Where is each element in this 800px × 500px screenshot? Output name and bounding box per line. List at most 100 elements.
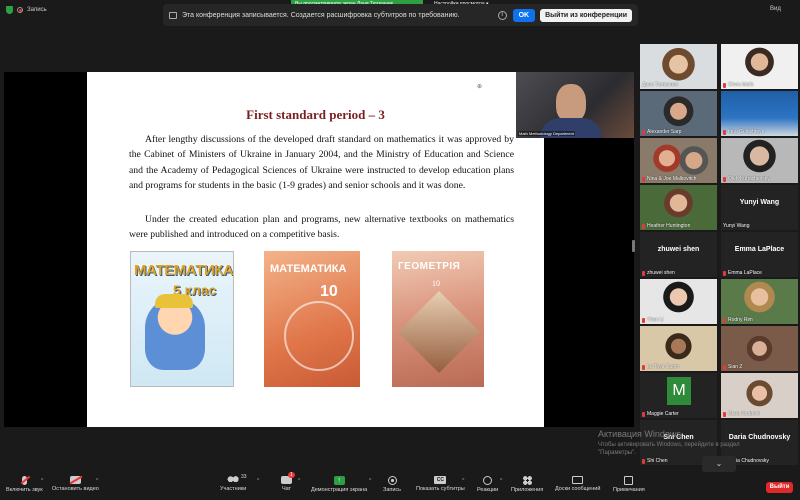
leave-meeting-button[interactable]: Выйти из конференции	[540, 8, 632, 22]
mic-muted-icon	[642, 270, 645, 276]
recording-banner: Эта конференция записывается. Создается …	[163, 4, 638, 26]
reactions-icon	[483, 476, 493, 485]
subtitles-button[interactable]: CC Показать субтитры	[416, 476, 465, 492]
participant-name-text: Maggie Carter	[647, 411, 679, 417]
participant-name: Rodriy Rim	[723, 317, 753, 323]
apps-button[interactable]: Приложения	[511, 476, 543, 493]
chevron-up-icon[interactable]: ^	[369, 478, 371, 484]
mic-muted-icon	[21, 476, 27, 485]
leave-button[interactable]: Выйти	[766, 482, 793, 493]
participant-big-name: zhuwei shen	[657, 246, 700, 253]
participant-name: Emma LaPlace	[723, 270, 762, 276]
participant-name: Irina Goldshteyn	[723, 129, 764, 135]
participant-tile[interactable]: M Maggie Carter	[640, 373, 717, 418]
mute-label: Включить звук	[6, 487, 43, 493]
record-button[interactable]: Запись	[383, 476, 401, 493]
participant-name-text: Даня Тютюнник	[642, 82, 679, 88]
participant-tile[interactable]: La Toya Caton	[640, 326, 717, 371]
record-label: Запись	[383, 487, 402, 493]
info-icon[interactable]: i	[497, 10, 507, 20]
participant-tile[interactable]: Даня Тютюнник	[640, 44, 717, 89]
participant-name: Yiran Li	[642, 317, 664, 323]
video-label: Остановить видео	[52, 486, 99, 492]
participant-name: Sian Z	[723, 364, 742, 370]
participant-name-text: Yunyi Wang	[723, 223, 750, 229]
participant-tile[interactable]: Sian Z	[721, 326, 798, 371]
participant-big-name: Daria Chudnovsky	[728, 434, 791, 441]
captions-notice-icon	[169, 11, 177, 19]
book2-arc-illustration	[284, 301, 354, 371]
participant-name: La Toya Caton	[642, 364, 679, 370]
mic-muted-icon	[723, 411, 726, 417]
reactions-button[interactable]: Реакции	[477, 476, 498, 493]
participant-name: Yunyi Wang	[723, 223, 750, 229]
chat-button[interactable]: Чат	[281, 476, 292, 492]
participant-name-text: Yiran Li	[647, 317, 664, 323]
subtitles-label: Показать субтитры	[416, 486, 465, 492]
mic-muted-icon	[723, 317, 726, 323]
cap-illustration	[155, 294, 193, 308]
participant-name: Nina & Joe Malkovitch	[642, 176, 696, 182]
record-icon	[17, 7, 23, 13]
participant-big-name: Yunyi Wang	[739, 199, 780, 206]
chevron-down-icon[interactable]: ⌄	[702, 456, 736, 472]
presenter-video[interactable]: Math Methodology Department	[516, 72, 634, 138]
participant-name: Alexander Sarp	[642, 129, 681, 135]
participant-name-text: La Toya Caton	[647, 364, 680, 370]
participant-tile[interactable]: zhuwei shen zhuwei shen	[640, 232, 717, 277]
participant-name-text: Nina & Joe Malkovitch	[647, 176, 697, 182]
notes-button[interactable]: Примечания	[613, 476, 645, 493]
participant-tile[interactable]: Emma LaPlace Emma LaPlace	[721, 232, 798, 277]
participant-tile[interactable]: Yiran Li	[640, 279, 717, 324]
participant-avatar: M	[667, 377, 691, 405]
stop-video-button[interactable]: Остановить видео	[52, 476, 99, 492]
ok-button[interactable]: OK	[512, 8, 536, 22]
chevron-up-icon[interactable]: ^	[298, 478, 300, 484]
book3-grade: 10	[432, 279, 440, 288]
participant-tile[interactable]: Heather Huntington	[640, 185, 717, 230]
apps-icon	[522, 476, 532, 485]
book1-title: МАТЕМАТИКА	[134, 262, 234, 279]
splitter-handle[interactable]	[632, 240, 635, 252]
share-screen-icon: ↑	[333, 476, 345, 485]
participant-tile[interactable]: Alexander Sarp	[640, 91, 717, 136]
participant-name: Даня Тютюнник	[642, 82, 678, 88]
record-button-icon	[387, 476, 397, 485]
windows-activation-text: Чтобы активировать Windows, перейдите в …	[598, 441, 740, 457]
mute-button[interactable]: Включить звук	[6, 476, 43, 493]
mic-muted-icon	[642, 458, 645, 464]
participant-tile[interactable]: Irina Goldshteyn	[721, 91, 798, 136]
whiteboards-button[interactable]: Доски сообщений	[555, 476, 600, 492]
chevron-up-icon[interactable]: ^	[257, 478, 259, 484]
presenter-label: Math Methodology Department	[518, 131, 575, 136]
mic-muted-icon	[723, 129, 726, 135]
view-button[interactable]: Вид	[770, 6, 781, 12]
participant-name: Maggie Carter	[642, 411, 679, 417]
mic-muted-icon	[642, 364, 645, 370]
participant-name: Heather Huntington	[642, 223, 690, 229]
chevron-up-icon[interactable]: ^	[96, 478, 98, 484]
participant-tile[interactable]: Yunyi Wang Yunyi Wang	[721, 185, 798, 230]
windows-activation-line: Чтобы активировать Windows, перейдите в …	[598, 442, 740, 448]
participant-tile[interactable]: Rodriy Rim	[721, 279, 798, 324]
chevron-up-icon[interactable]: ^	[41, 478, 43, 484]
participant-tile[interactable]: Clara Kodamil	[721, 373, 798, 418]
participant-tile[interactable]: Olivia Malik	[721, 44, 798, 89]
chat-badge: 1	[288, 472, 295, 478]
share-screen-button[interactable]: ↑ Демонстрация экрана	[311, 476, 367, 493]
book3-shape-illustration	[397, 290, 481, 374]
cartoon-boy-illustration	[145, 300, 205, 370]
meeting-toolbar: Включить звук ^ Остановить видео ^ Участ…	[0, 472, 800, 500]
chevron-up-icon[interactable]: ^	[462, 478, 464, 484]
boards-label: Доски сообщений	[555, 486, 601, 492]
participant-name-text: Alexander Sarp	[647, 129, 682, 135]
participant-name-text: Heather Huntington	[647, 223, 691, 229]
participant-name: Oleh Kuhochevsky	[723, 176, 770, 182]
shield-icon	[6, 6, 13, 14]
slide-paragraph-1: After lengthy discussions of the develop…	[129, 134, 514, 192]
participant-tile[interactable]: Nina & Joe Malkovitch	[640, 138, 717, 183]
chevron-up-icon[interactable]: ^	[500, 478, 502, 484]
recording-indicator[interactable]: Запись	[6, 6, 47, 14]
participant-tile[interactable]: Oleh Kuhochevsky	[721, 138, 798, 183]
book2-title: МАТЕМАТИКА	[270, 263, 347, 275]
